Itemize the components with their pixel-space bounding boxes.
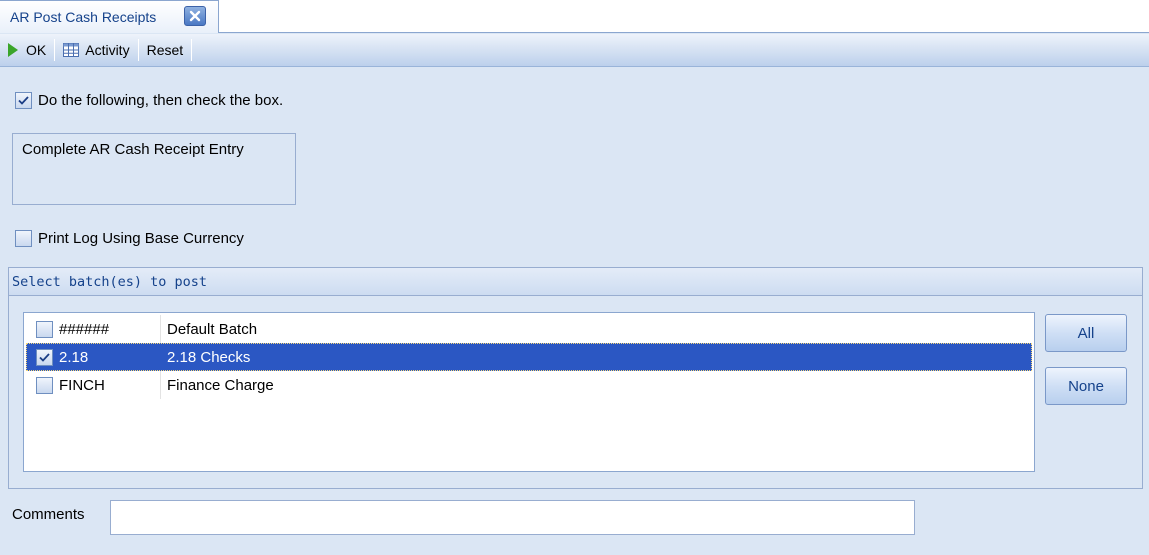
table-row[interactable]: ###### Default Batch <box>26 315 1032 343</box>
toolbar-separator <box>191 39 193 61</box>
batch-code: 2.18 <box>53 343 161 371</box>
reset-button[interactable]: Reset <box>139 34 192 67</box>
instruction-row: Do the following, then check the box. <box>15 92 283 109</box>
comments-label: Comments <box>12 506 85 523</box>
tab-title: AR Post Cash Receipts <box>10 9 157 25</box>
print-log-label: Print Log Using Base Currency <box>38 230 244 247</box>
instruction-checkbox-label: Do the following, then check the box. <box>38 92 284 109</box>
close-icon[interactable] <box>184 6 206 26</box>
print-log-checkbox[interactable] <box>15 230 32 247</box>
batch-description: 2.18 Checks <box>167 348 251 366</box>
batch-checkbox[interactable] <box>36 348 53 366</box>
batch-description: Default Batch <box>167 320 258 338</box>
play-icon <box>8 43 18 57</box>
batch-group-header: Select batch(es) to post <box>9 268 1142 296</box>
comments-input[interactable] <box>110 500 915 535</box>
select-all-button[interactable]: All <box>1045 314 1127 352</box>
instruction-text-box: Complete AR Cash Receipt Entry <box>12 133 296 205</box>
tab-ar-post-cash-receipts[interactable]: AR Post Cash Receipts <box>0 0 219 33</box>
activity-button-label: Activity <box>85 42 130 58</box>
ok-button[interactable]: OK <box>0 34 54 67</box>
batch-code: FINCH <box>53 371 161 399</box>
reset-button-label: Reset <box>146 42 184 58</box>
table-row[interactable]: FINCH Finance Charge <box>26 371 1032 399</box>
batch-code: ###### <box>53 315 161 343</box>
instruction-checkbox[interactable] <box>15 92 32 109</box>
table-row[interactable]: 2.18 2.18 Checks <box>26 343 1032 371</box>
batch-checkbox[interactable] <box>36 320 53 338</box>
ok-button-label: OK <box>26 42 47 58</box>
tab-strip: AR Post Cash Receipts <box>0 0 1149 33</box>
batch-checkbox[interactable] <box>36 376 53 394</box>
batch-group: Select batch(es) to post ###### Default … <box>8 267 1143 489</box>
batch-description: Finance Charge <box>167 376 274 394</box>
activity-button[interactable]: Activity <box>55 34 137 67</box>
instruction-text: Complete AR Cash Receipt Entry <box>22 141 244 158</box>
batch-list[interactable]: ###### Default Batch 2.18 2.18 Checks FI… <box>23 312 1035 472</box>
grid-icon <box>63 43 80 57</box>
print-log-row: Print Log Using Base Currency <box>15 230 244 247</box>
toolbar: OK Activity Reset <box>0 34 1149 67</box>
select-none-button[interactable]: None <box>1045 367 1127 405</box>
